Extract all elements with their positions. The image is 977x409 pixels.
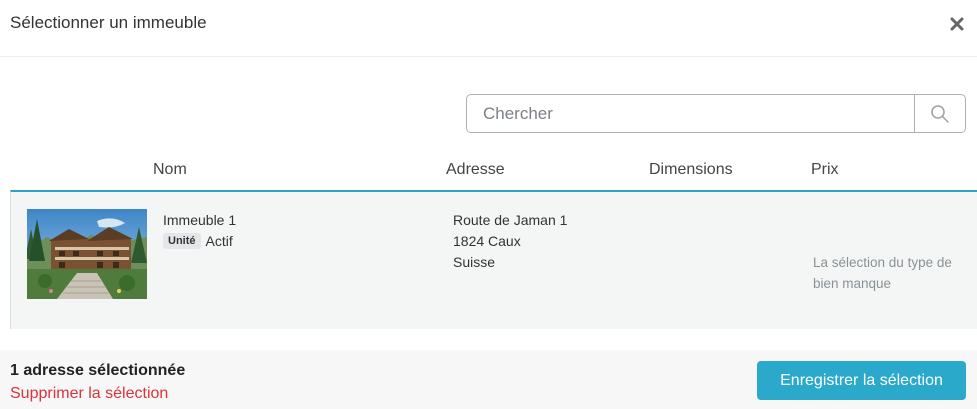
price-missing-note: La sélection du type de bien manque <box>813 255 952 291</box>
close-icon <box>950 17 964 31</box>
search-icon <box>931 104 949 123</box>
modal-footer: 1 adresse sélectionnée Supprimer la séle… <box>0 350 977 409</box>
building-thumbnail <box>27 209 147 299</box>
modal-title: Sélectionner un immeuble <box>10 13 207 32</box>
table-row[interactable]: Immeuble 1 Unité Actif Route de Jaman 1 … <box>10 190 977 329</box>
close-button[interactable] <box>947 14 967 34</box>
search-button[interactable] <box>914 95 965 132</box>
column-header-price[interactable]: Prix <box>811 161 839 179</box>
save-selection-button[interactable]: Enregistrer la sélection <box>757 361 966 400</box>
clear-selection-link[interactable]: Supprimer la sélection <box>10 385 168 403</box>
search-box <box>466 94 966 133</box>
column-header-dimensions[interactable]: Dimensions <box>649 161 733 179</box>
search-input[interactable] <box>467 95 914 132</box>
building-name: Immeuble 1 <box>163 212 237 228</box>
selection-count: 1 adresse sélectionnée <box>10 362 186 379</box>
type-badge: Unité <box>163 233 201 249</box>
building-status: Unité Actif <box>163 233 233 249</box>
address-street: Route de Jaman 1 <box>453 212 568 228</box>
address-city: 1824 Caux <box>453 233 521 249</box>
modal-header: Sélectionner un immeuble <box>0 0 977 57</box>
status-text: Actif <box>205 233 233 249</box>
address-country: Suisse <box>453 254 496 270</box>
column-header-name[interactable]: Nom <box>153 161 187 179</box>
column-header-address[interactable]: Adresse <box>446 161 505 179</box>
